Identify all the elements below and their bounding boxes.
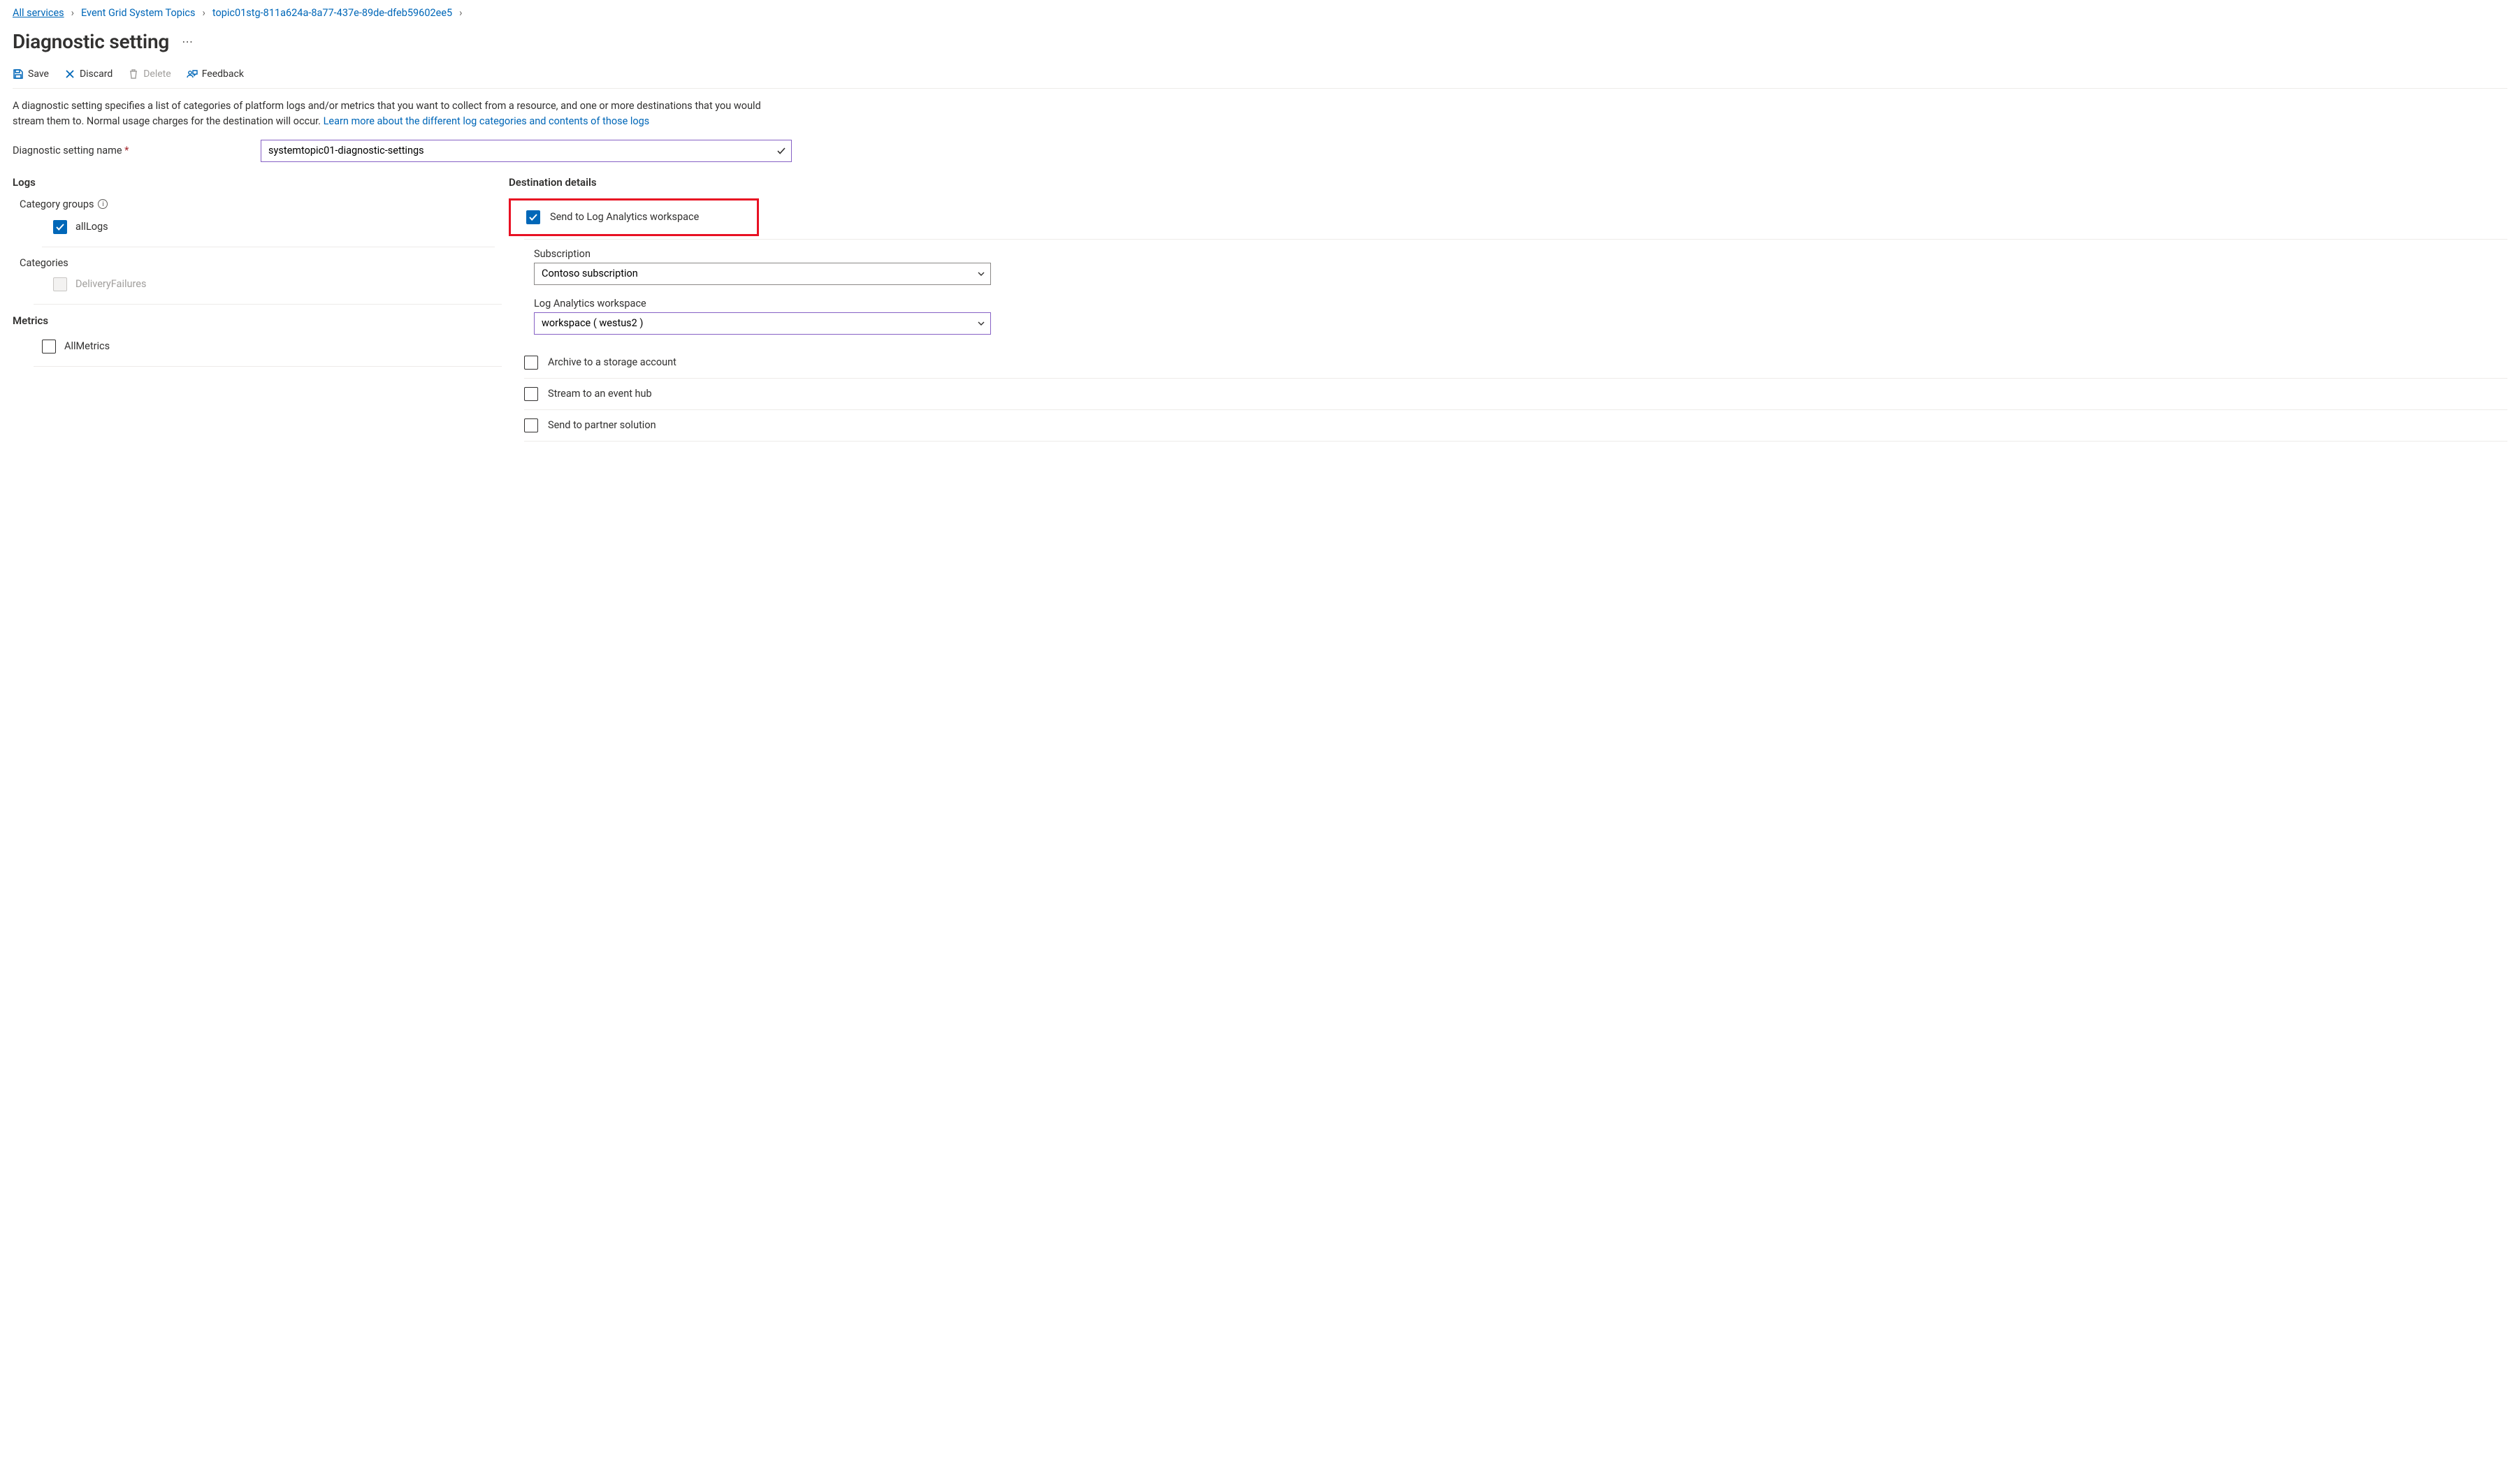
alllogs-row[interactable]: allLogs — [13, 217, 502, 237]
diagnostic-setting-name-input-wrap — [261, 140, 792, 162]
feedback-button[interactable]: Feedback — [187, 68, 244, 80]
page-title: Diagnostic setting — [13, 30, 169, 53]
required-asterisk: * — [124, 145, 129, 156]
workspace-label: Log Analytics workspace — [534, 298, 2507, 309]
logs-heading: Logs — [13, 176, 502, 189]
workspace-select[interactable] — [534, 312, 991, 335]
dest-storage-account-checkbox[interactable] — [524, 356, 538, 370]
dest-storage-account-row[interactable]: Archive to a storage account — [509, 347, 2507, 378]
divider — [34, 304, 502, 305]
chevron-right-icon: › — [71, 7, 74, 19]
alllogs-checkbox[interactable] — [53, 220, 67, 234]
chevron-down-icon — [977, 319, 985, 328]
dest-event-hub-checkbox[interactable] — [524, 387, 538, 401]
subscription-label: Subscription — [534, 248, 2507, 260]
diagnostic-setting-name-label: Diagnostic setting name * — [13, 145, 254, 156]
workspace-select-wrap — [534, 312, 991, 335]
dest-storage-account-label: Archive to a storage account — [548, 356, 676, 368]
subscription-field: Subscription — [509, 240, 2507, 289]
close-icon — [64, 68, 75, 80]
highlight-annotation: Send to Log Analytics workspace — [509, 198, 759, 236]
save-icon — [13, 68, 24, 80]
workspace-field: Log Analytics workspace — [509, 289, 2507, 339]
destination-details-heading: Destination details — [509, 176, 2507, 189]
title-row: Diagnostic setting ⋯ — [13, 24, 2507, 66]
checkmark-icon — [776, 146, 786, 156]
info-icon[interactable]: i — [98, 199, 108, 209]
intro-text: A diagnostic setting specifies a list of… — [13, 99, 781, 130]
feedback-button-label: Feedback — [202, 68, 244, 80]
category-groups-label: Category groups — [20, 198, 94, 210]
intro-learn-more-link[interactable]: Learn more about the different log categ… — [324, 115, 650, 127]
category-groups-row: Category groups i — [20, 198, 502, 210]
dest-partner-solution-checkbox[interactable] — [524, 418, 538, 432]
alllogs-label: allLogs — [75, 221, 108, 233]
delivery-failures-checkbox — [53, 277, 67, 291]
delivery-failures-label: DeliveryFailures — [75, 278, 146, 290]
allmetrics-label: AllMetrics — [64, 340, 110, 352]
delete-button-label: Delete — [143, 68, 171, 80]
allmetrics-checkbox[interactable] — [42, 340, 56, 354]
chevron-right-icon: › — [203, 7, 205, 19]
dest-event-hub-row[interactable]: Stream to an event hub — [509, 379, 2507, 409]
allmetrics-row[interactable]: AllMetrics — [13, 337, 502, 356]
delete-icon — [128, 68, 139, 80]
discard-button-label: Discard — [80, 68, 113, 80]
dest-partner-solution-label: Send to partner solution — [548, 419, 656, 431]
diagnostic-setting-name-input[interactable] — [261, 140, 792, 162]
breadcrumb: All services › Event Grid System Topics … — [13, 6, 2507, 24]
logs-metrics-column: Logs Category groups i allLogs Categorie… — [13, 176, 502, 442]
dest-log-analytics-row[interactable]: Send to Log Analytics workspace — [511, 202, 757, 233]
destination-details-column: Destination details Send to Log Analytic… — [509, 176, 2507, 442]
diagnostic-setting-name-label-text: Diagnostic setting name — [13, 145, 122, 156]
subscription-select-wrap — [534, 263, 991, 285]
save-button[interactable]: Save — [13, 68, 49, 80]
subscription-select[interactable] — [534, 263, 991, 285]
chevron-down-icon — [977, 270, 985, 278]
breadcrumb-item-event-grid-system-topics[interactable]: Event Grid System Topics — [81, 7, 196, 19]
delete-button: Delete — [128, 68, 171, 80]
feedback-icon — [187, 68, 198, 80]
divider — [524, 441, 2507, 442]
chevron-right-icon: › — [459, 7, 462, 19]
dest-event-hub-label: Stream to an event hub — [548, 388, 652, 400]
divider — [34, 366, 502, 367]
discard-button[interactable]: Discard — [64, 68, 113, 80]
delivery-failures-row: DeliveryFailures — [13, 275, 502, 294]
dest-log-analytics-label: Send to Log Analytics workspace — [550, 211, 699, 223]
diagnostic-setting-name-row: Diagnostic setting name * — [13, 140, 2507, 162]
metrics-heading: Metrics — [13, 314, 502, 327]
dest-log-analytics-checkbox[interactable] — [526, 210, 540, 224]
breadcrumb-item-topic[interactable]: topic01stg-811a624a-8a77-437e-89de-dfeb5… — [212, 7, 452, 19]
save-button-label: Save — [28, 68, 49, 80]
command-bar: Save Discard Delete Feedback — [13, 66, 2507, 89]
categories-label: Categories — [20, 257, 502, 269]
more-icon[interactable]: ⋯ — [182, 35, 193, 48]
breadcrumb-item-all-services[interactable]: All services — [13, 7, 64, 19]
dest-partner-solution-row[interactable]: Send to partner solution — [509, 410, 2507, 441]
